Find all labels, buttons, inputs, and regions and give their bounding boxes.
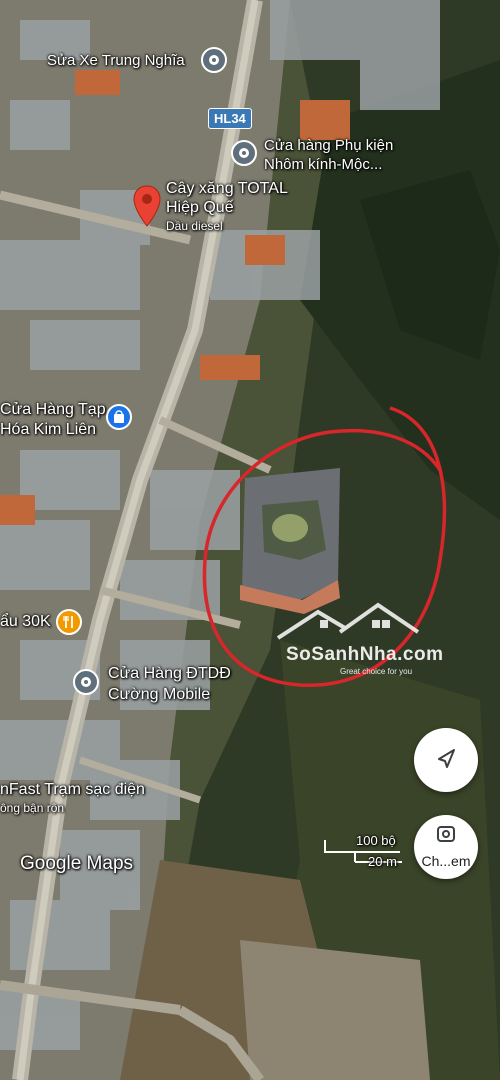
label-dtdd-line1[interactable]: Cửa Hàng ĐTDĐ: [108, 665, 231, 683]
my-location-button[interactable]: [414, 728, 478, 792]
label-phu-kien-line1[interactable]: Cửa hàng Phụ kiện: [264, 137, 393, 154]
lens-button-label: Ch...em: [421, 853, 471, 869]
label-tram-sac-line1[interactable]: nFast Trạm sạc điện: [0, 781, 145, 799]
label-dtdd-line2[interactable]: Cường Mobile: [108, 686, 210, 704]
place-marker-icon[interactable]: [231, 140, 257, 166]
label-phu-kien-line2[interactable]: Nhôm kính-Mộc...: [264, 156, 382, 173]
google-maps-attribution: Google Maps: [20, 853, 134, 874]
direction-arrow-icon: [438, 749, 455, 768]
label-tram-sac-line2: ông bận rộn: [0, 801, 65, 815]
scale-metric: 20 m: [368, 854, 397, 869]
place-marker-icon[interactable]: [73, 669, 99, 695]
label-cay-xang-sub: Dầu diesel: [166, 219, 223, 233]
lens-button[interactable]: Ch...em: [414, 815, 478, 879]
label-cay-xang-line2[interactable]: Hiệp Quế: [166, 199, 234, 217]
road-badge-hl34: HL34: [208, 108, 252, 129]
label-tap-hoa-line1[interactable]: Cửa Hàng Tạp: [0, 401, 106, 419]
fuel-pin-icon[interactable]: [132, 184, 162, 228]
camera-lens-icon: [437, 826, 455, 842]
scale-imperial: 100 bộ: [356, 833, 396, 848]
restaurant-icon[interactable]: [56, 609, 82, 635]
label-cay-xang-line1[interactable]: Cây xăng TOTAL: [166, 180, 288, 198]
shopping-bag-icon[interactable]: [106, 404, 132, 430]
label-sua-xe[interactable]: Sửa Xe Trung Nghĩa: [47, 52, 185, 69]
watermark-logo: SoSanhNha.com: [286, 644, 444, 665]
place-marker-icon[interactable]: [201, 47, 227, 73]
label-tap-hoa-line2[interactable]: Hóa Kim Liên: [0, 421, 96, 439]
watermark-tagline: Great choice for you: [340, 667, 413, 676]
label-lau[interactable]: ẩu 30K: [0, 613, 51, 631]
